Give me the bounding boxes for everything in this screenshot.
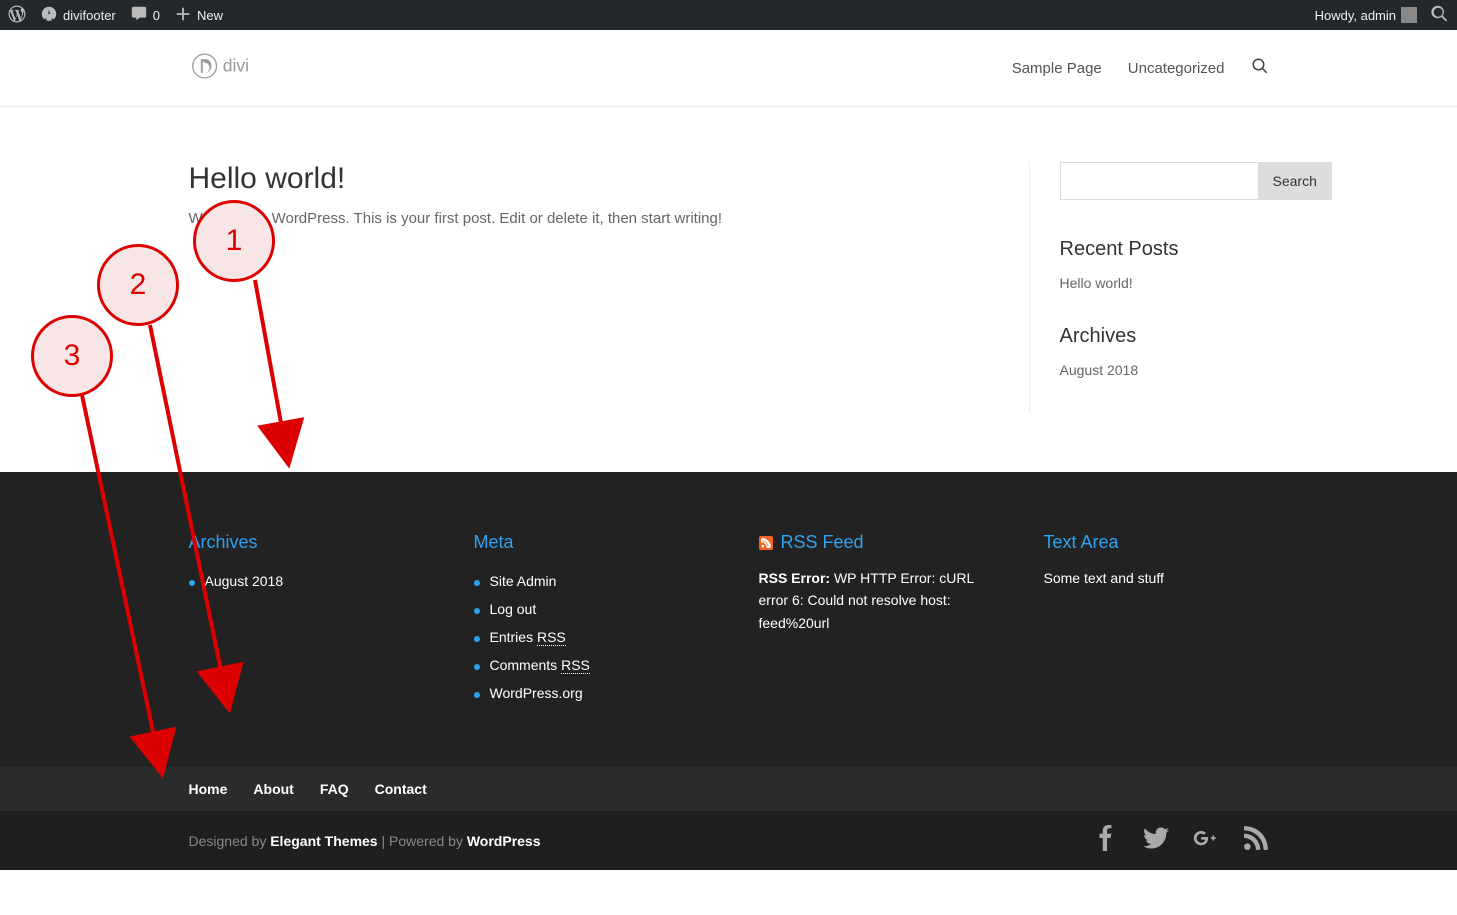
sidebar: Search Recent Posts Hello world! Archive…	[1029, 162, 1269, 412]
wp-admin-bar: divifooter 0 New Howdy, admin	[0, 0, 1457, 30]
widget-recent-posts: Recent Posts Hello world!	[1060, 238, 1269, 295]
rss-abbr: RSS	[537, 629, 566, 646]
footer-nav-faq[interactable]: FAQ	[320, 781, 349, 797]
nav-uncategorized[interactable]: Uncategorized	[1128, 60, 1225, 77]
archive-link[interactable]: August 2018	[1060, 358, 1269, 382]
footer-widget-text-content: Some text and stuff	[1044, 567, 1269, 589]
footer-widget-heading: Archives	[189, 532, 414, 553]
footer-widget-heading: Meta	[474, 532, 699, 553]
meta-wordpress-org[interactable]: WordPress.org	[490, 685, 583, 701]
adminbar-howdy: Howdy, admin	[1315, 8, 1396, 23]
search-button[interactable]: Search	[1259, 162, 1332, 200]
footer-credits: Designed by Elegant Themes | Powered by …	[189, 833, 541, 849]
adminbar-site-link[interactable]: divifooter	[40, 5, 116, 26]
footer-widget-heading: RSS Feed	[759, 532, 984, 553]
footer-nav-home[interactable]: Home	[189, 781, 228, 797]
widget-heading: Archives	[1060, 325, 1269, 348]
meta-site-admin[interactable]: Site Admin	[490, 573, 557, 589]
header-search-icon[interactable]	[1251, 57, 1269, 79]
adminbar-comments-count: 0	[153, 8, 160, 23]
annotation-callout-3: 3	[31, 315, 113, 397]
site-header: divi Sample Page Uncategorized	[0, 30, 1457, 107]
meta-entries-rss[interactable]: Entries RSS	[490, 629, 566, 645]
main-column: Hello world! Welcome to WordPress. This …	[189, 162, 969, 412]
adminbar-comments[interactable]: 0	[130, 5, 160, 26]
main-nav: Sample Page Uncategorized	[1012, 57, 1269, 79]
adminbar-site-name: divifooter	[63, 8, 116, 23]
social-icons	[1093, 825, 1269, 856]
meta-logout[interactable]: Log out	[490, 601, 537, 617]
widget-heading: Recent Posts	[1060, 238, 1269, 261]
footer-widget-meta: Meta Site Admin Log out Entries RSS Comm…	[474, 532, 699, 707]
credits-designer-link[interactable]: Elegant Themes	[270, 833, 377, 849]
wp-logo[interactable]	[8, 5, 26, 26]
post-title: Hello world!	[189, 162, 969, 196]
footer-widget-text: Text Area Some text and stuff	[1044, 532, 1269, 707]
footer-widgets: Archives August 2018 Meta Site Admin Log…	[0, 472, 1457, 767]
footer-archive-link[interactable]: August 2018	[205, 573, 284, 589]
recent-post-link[interactable]: Hello world!	[1060, 271, 1269, 295]
rss-error-text: RSS Error: WP HTTP Error: cURL error 6: …	[759, 567, 984, 634]
footer-nav-contact[interactable]: Contact	[375, 781, 427, 797]
twitter-icon[interactable]	[1143, 825, 1169, 856]
widget-archives: Archives August 2018	[1060, 325, 1269, 382]
credits-platform-link[interactable]: WordPress	[467, 833, 541, 849]
adminbar-account[interactable]: Howdy, admin	[1315, 7, 1417, 23]
gauge-icon	[40, 5, 58, 26]
svg-text:divi: divi	[222, 55, 248, 75]
rss-icon	[759, 536, 773, 550]
plus-icon	[174, 5, 192, 26]
rss-abbr: RSS	[561, 657, 590, 674]
adminbar-new[interactable]: New	[174, 5, 223, 26]
adminbar-search[interactable]	[1431, 5, 1449, 26]
content-area: Hello world! Welcome to WordPress. This …	[189, 107, 1269, 472]
footer-widget-archives: Archives August 2018	[189, 532, 414, 707]
bottom-bar: Designed by Elegant Themes | Powered by …	[0, 811, 1457, 870]
site-logo[interactable]: divi	[189, 46, 289, 91]
footer-nav-about[interactable]: About	[253, 781, 293, 797]
sidebar-search: Search	[1060, 162, 1269, 200]
wordpress-icon	[8, 5, 26, 26]
meta-comments-rss[interactable]: Comments RSS	[490, 657, 590, 673]
comment-icon	[130, 5, 148, 26]
facebook-icon[interactable]	[1093, 825, 1119, 856]
rss-icon[interactable]	[1243, 825, 1269, 856]
google-plus-icon[interactable]	[1193, 825, 1219, 856]
annotation-callout-2: 2	[97, 244, 179, 326]
footer-nav: Home About FAQ Contact	[0, 767, 1457, 811]
avatar	[1401, 7, 1417, 23]
nav-sample-page[interactable]: Sample Page	[1012, 60, 1102, 77]
search-input[interactable]	[1060, 162, 1259, 200]
search-icon	[1431, 5, 1449, 26]
footer-widget-heading: Text Area	[1044, 532, 1269, 553]
footer-widget-rss: RSS Feed RSS Error: WP HTTP Error: cURL …	[759, 532, 984, 707]
post-body: Welcome to WordPress. This is your first…	[189, 210, 969, 227]
adminbar-new-label: New	[197, 8, 223, 23]
